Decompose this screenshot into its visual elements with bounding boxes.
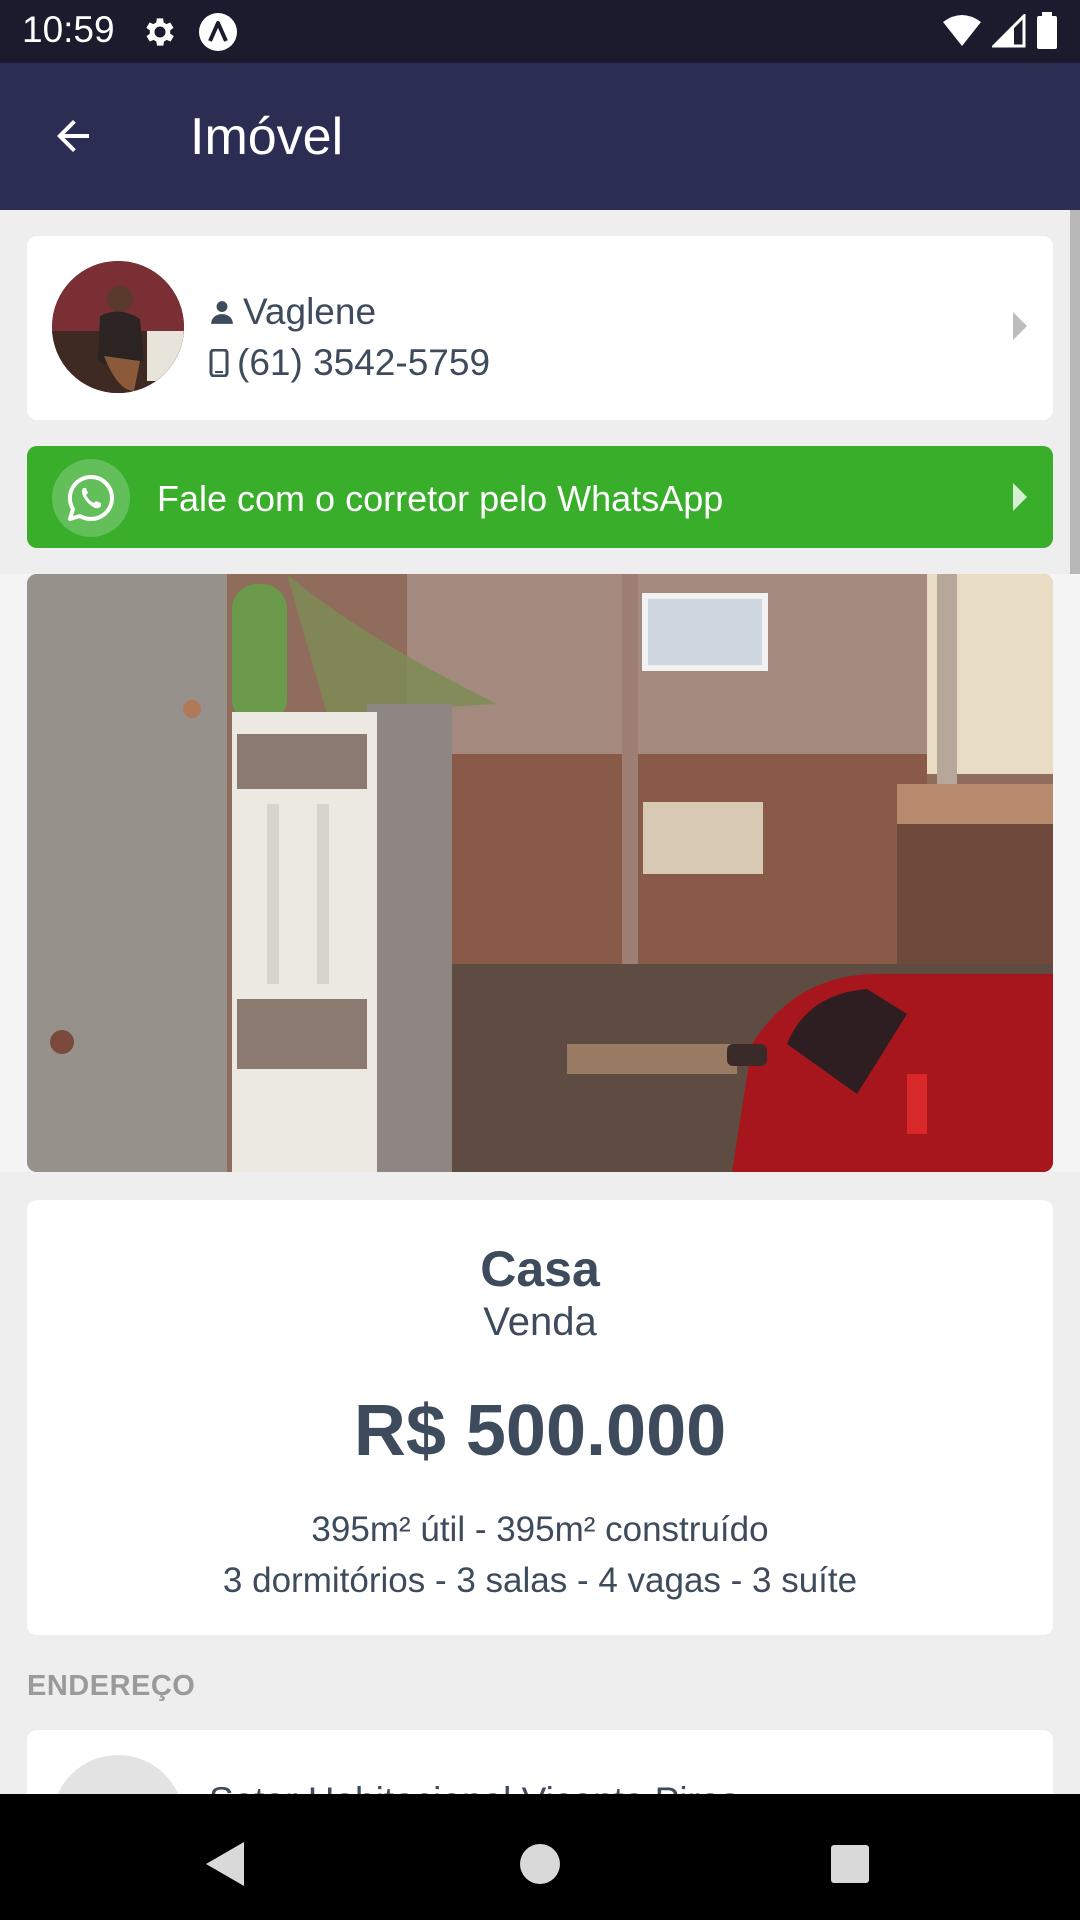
- wifi-icon: [943, 15, 981, 46]
- avatar: [52, 261, 184, 393]
- broker-card[interactable]: Vaglene (61) 3542-5759: [27, 236, 1053, 420]
- whatsapp-label: Fale com o corretor pelo WhatsApp: [157, 478, 724, 519]
- back-button[interactable]: [40, 103, 106, 169]
- whatsapp-button[interactable]: Fale com o corretor pelo WhatsApp: [27, 446, 1053, 548]
- whatsapp-icon: [67, 474, 114, 522]
- property-info-card: Casa Venda R$ 500.000 395m² útil - 395m²…: [27, 1200, 1053, 1635]
- a-logo-icon: [199, 13, 237, 51]
- address-card[interactable]: Setor Habitacional Vicente Pires: [27, 1730, 1053, 1794]
- status-bar: 10:59: [0, 0, 1080, 63]
- property-deal: Venda: [483, 1300, 597, 1344]
- content-scroll[interactable]: Vaglene (61) 3542-5759 Fale com o corret…: [0, 210, 1080, 1794]
- broker-phone: (61) 3542-5759: [237, 342, 491, 383]
- phone-icon: [209, 349, 229, 377]
- property-photo[interactable]: [27, 574, 1053, 1172]
- address-line: Setor Habitacional Vicente Pires: [209, 1780, 739, 1794]
- battery-icon: [1037, 12, 1057, 49]
- map-thumbnail: [52, 1755, 184, 1794]
- page-title: Imóvel: [190, 108, 344, 166]
- home-circle-icon[interactable]: [510, 1834, 570, 1894]
- status-time: 10:59: [22, 9, 115, 50]
- chevron-right-icon: [1013, 483, 1027, 511]
- person-icon: [211, 301, 233, 324]
- broker-name-row: Vaglene: [209, 291, 376, 333]
- gear-icon: [146, 18, 174, 46]
- property-rooms: 3 dormitórios - 3 salas - 4 vagas - 3 su…: [222, 1561, 858, 1600]
- navigation-bar: [0, 1794, 1080, 1920]
- signal-icon: [992, 14, 1026, 48]
- property-type: Casa: [480, 1241, 600, 1297]
- app-bar: Imóvel: [0, 63, 1080, 210]
- broker-phone-row: (61) 3542-5759: [209, 342, 490, 384]
- recents-square-icon[interactable]: [820, 1834, 880, 1894]
- broker-name: Vaglene: [243, 291, 377, 332]
- property-price: R$ 500.000: [353, 1391, 727, 1471]
- whatsapp-icon-circle: [52, 459, 130, 537]
- property-area: 395m² útil - 395m² construído: [311, 1510, 769, 1549]
- arrow-back-icon: [57, 120, 89, 152]
- address-section-label: ENDEREÇO: [27, 1670, 196, 1702]
- back-triangle-icon[interactable]: [196, 1834, 256, 1894]
- photo-area: [0, 574, 1080, 1172]
- chevron-right-icon: [1013, 312, 1027, 340]
